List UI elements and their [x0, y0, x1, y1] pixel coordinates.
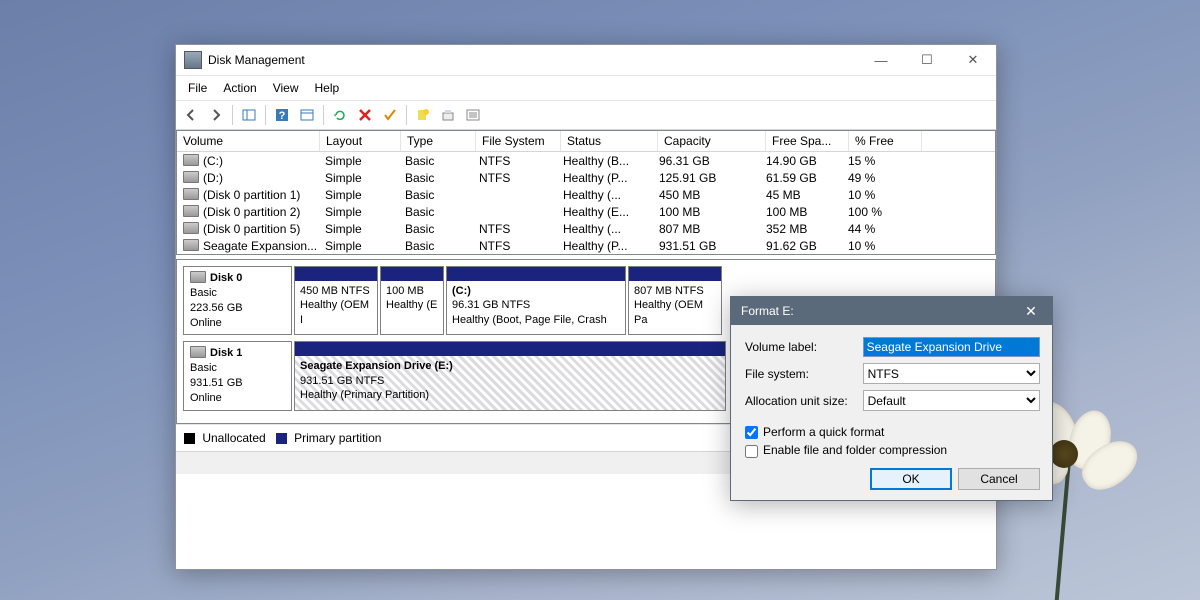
drive-icon: [183, 171, 199, 183]
col-layout[interactable]: Layout: [320, 131, 401, 151]
compression-checkbox[interactable]: [745, 445, 758, 458]
volume-list[interactable]: Volume Layout Type File System Status Ca…: [176, 130, 996, 255]
cancel-button[interactable]: Cancel: [958, 468, 1040, 490]
col-type[interactable]: Type: [401, 131, 476, 151]
ok-button[interactable]: OK: [870, 468, 952, 490]
volume-label-input[interactable]: [863, 337, 1040, 357]
window-title: Disk Management: [208, 53, 858, 67]
toolbar: ?: [176, 100, 996, 130]
svg-text:?: ?: [279, 110, 286, 122]
partition[interactable]: Seagate Expansion Drive (E:)931.51 GB NT…: [294, 341, 726, 410]
volume-label-label: Volume label:: [745, 340, 863, 354]
legend-unallocated: Unallocated: [202, 431, 265, 445]
titlebar[interactable]: Disk Management — ☐ ✕: [176, 45, 996, 76]
dialog-close-button[interactable]: ✕: [1016, 303, 1046, 320]
disk-label[interactable]: Disk 1Basic931.51 GBOnline: [183, 341, 292, 410]
col-free-space[interactable]: Free Spa...: [766, 131, 849, 151]
allocation-unit-label: Allocation unit size:: [745, 394, 863, 408]
drive-icon: [190, 271, 206, 283]
help-icon[interactable]: ?: [271, 104, 293, 126]
volume-list-header: Volume Layout Type File System Status Ca…: [177, 131, 995, 152]
table-row[interactable]: (Disk 0 partition 2)SimpleBasicHealthy (…: [177, 203, 995, 220]
table-row[interactable]: (Disk 0 partition 1)SimpleBasicHealthy (…: [177, 186, 995, 203]
table-row[interactable]: (Disk 0 partition 5)SimpleBasicNTFSHealt…: [177, 220, 995, 237]
disk-label[interactable]: Disk 0Basic223.56 GBOnline: [183, 266, 292, 335]
minimize-button[interactable]: —: [858, 45, 904, 75]
show-hide-icon[interactable]: [238, 104, 260, 126]
drive-icon: [183, 154, 199, 166]
back-button[interactable]: [180, 104, 202, 126]
properties-icon[interactable]: [437, 104, 459, 126]
drive-icon: [183, 205, 199, 217]
drive-icon: [183, 239, 199, 251]
allocation-unit-select[interactable]: Default: [863, 390, 1040, 411]
close-button[interactable]: ✕: [950, 45, 996, 75]
dialog-title: Format E:: [741, 304, 794, 318]
col-percent-free[interactable]: % Free: [849, 131, 922, 151]
maximize-button[interactable]: ☐: [904, 45, 950, 75]
drive-icon: [190, 346, 206, 358]
app-icon: [184, 51, 202, 69]
delete-icon[interactable]: [354, 104, 376, 126]
col-filesystem[interactable]: File System: [476, 131, 561, 151]
view-icon[interactable]: [296, 104, 318, 126]
col-status[interactable]: Status: [561, 131, 658, 151]
table-row[interactable]: (C:)SimpleBasicNTFSHealthy (B...96.31 GB…: [177, 152, 995, 169]
legend-swatch-unallocated: [184, 433, 195, 444]
drive-icon: [183, 188, 199, 200]
quick-format-checkbox[interactable]: [745, 426, 758, 439]
menu-file[interactable]: File: [180, 79, 215, 97]
partition[interactable]: (C:)96.31 GB NTFSHealthy (Boot, Page Fil…: [446, 266, 626, 335]
new-icon[interactable]: [412, 104, 434, 126]
col-capacity[interactable]: Capacity: [658, 131, 766, 151]
menu-view[interactable]: View: [265, 79, 307, 97]
col-volume[interactable]: Volume: [177, 131, 320, 151]
file-system-select[interactable]: NTFS: [863, 363, 1040, 384]
partition[interactable]: 807 MB NTFSHealthy (OEM Pa: [628, 266, 722, 335]
partition[interactable]: 100 MBHealthy (E: [380, 266, 444, 335]
list-icon[interactable]: [462, 104, 484, 126]
menu-action[interactable]: Action: [215, 79, 264, 97]
partition[interactable]: 450 MB NTFSHealthy (OEM I: [294, 266, 378, 335]
drive-icon: [183, 222, 199, 234]
format-dialog: Format E: ✕ Volume label: File system: N…: [730, 296, 1053, 501]
table-row[interactable]: Seagate Expansion...SimpleBasicNTFSHealt…: [177, 237, 995, 254]
quick-format-label: Perform a quick format: [763, 425, 884, 439]
legend-primary: Primary partition: [294, 431, 381, 445]
menu-help[interactable]: Help: [307, 79, 348, 97]
refresh-icon[interactable]: [329, 104, 351, 126]
dialog-titlebar[interactable]: Format E: ✕: [731, 297, 1052, 325]
forward-button[interactable]: [205, 104, 227, 126]
legend-swatch-primary: [276, 433, 287, 444]
compression-label: Enable file and folder compression: [763, 443, 947, 457]
table-row[interactable]: (D:)SimpleBasicNTFSHealthy (P...125.91 G…: [177, 169, 995, 186]
file-system-label: File system:: [745, 367, 863, 381]
check-icon[interactable]: [379, 104, 401, 126]
menubar: File Action View Help: [176, 76, 996, 100]
